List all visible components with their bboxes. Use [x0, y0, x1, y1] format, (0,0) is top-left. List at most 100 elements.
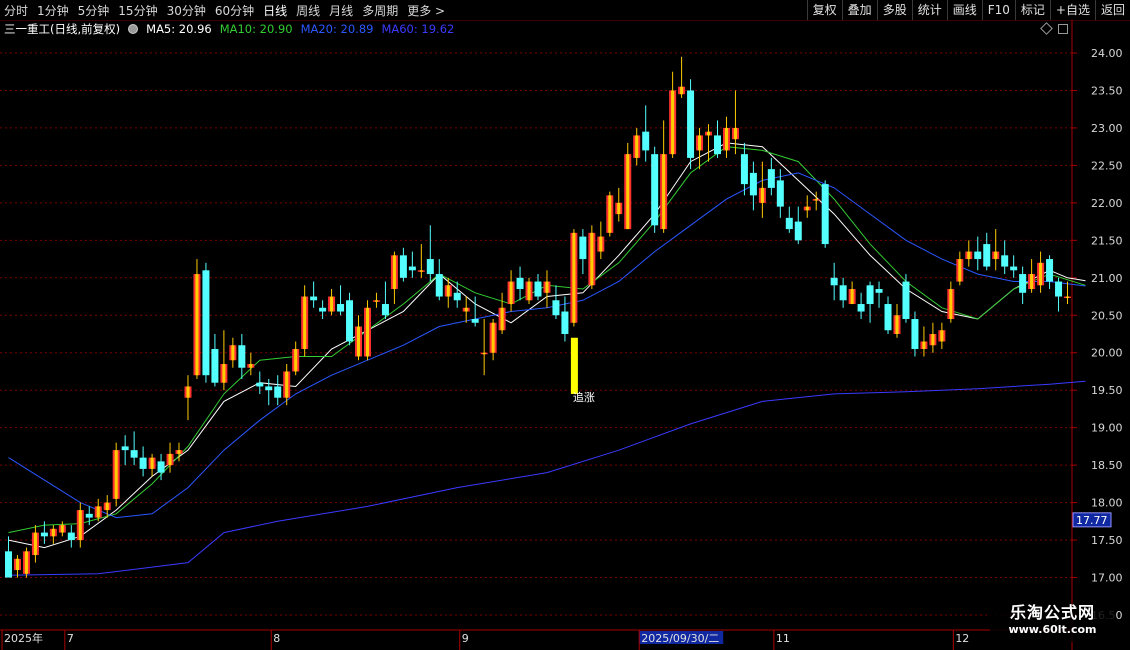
- candle-body-core: [392, 255, 396, 290]
- candle-body: [884, 304, 892, 331]
- y-tick-label: 20.00: [1091, 347, 1123, 360]
- candle-down: [579, 229, 587, 275]
- candle-body-core: [78, 510, 82, 541]
- y-tick-label: 18.00: [1091, 497, 1123, 510]
- candle-up: [31, 525, 39, 563]
- candle-body: [785, 217, 793, 230]
- candle-body: [857, 304, 865, 312]
- candle-down: [399, 247, 407, 282]
- candle-up: [1028, 259, 1036, 293]
- candle-up: [22, 547, 30, 578]
- x-tick-label: 2025年: [4, 631, 43, 645]
- candle-up: [965, 240, 973, 267]
- candle-up: [328, 289, 336, 316]
- candle-body-core: [195, 274, 199, 376]
- candle-down: [830, 262, 838, 301]
- candle-down: [453, 281, 461, 308]
- candlestick-chart[interactable]: 24.00 23.50 23.00 22.50 22.00 21.50 21.00 20.50…: [0, 0, 1130, 650]
- candle-body: [337, 304, 345, 312]
- candle-body: [471, 319, 479, 323]
- candle-body: [453, 292, 461, 301]
- candle-body-core: [186, 386, 190, 398]
- candle-body: [830, 277, 838, 286]
- x-tick-label: 11: [776, 632, 790, 645]
- candle-down: [139, 446, 147, 477]
- candle-down: [516, 266, 524, 301]
- candle-body: [1055, 281, 1063, 297]
- candle-body: [139, 457, 147, 469]
- candle-body: [274, 386, 282, 398]
- candle-body-core: [1030, 274, 1034, 290]
- candle-body: [426, 259, 434, 275]
- candle-body-core: [922, 341, 926, 349]
- candle-body-core: [724, 127, 729, 151]
- candle-up: [220, 330, 228, 391]
- candle-down: [651, 146, 659, 233]
- candle-up: [606, 191, 614, 237]
- candle-body: [4, 551, 12, 578]
- candle-up: [489, 319, 497, 361]
- candle-up: [633, 127, 641, 166]
- candle-down: [310, 281, 318, 308]
- candle-body: [1019, 274, 1027, 293]
- watermark: 乐淘公式网 www.60lt.com: [990, 604, 1115, 642]
- candle-body-core: [527, 281, 531, 301]
- y-tick-label: 20.50: [1091, 309, 1123, 322]
- candle-body: [265, 386, 273, 391]
- candle-down: [319, 300, 327, 320]
- candle-down: [67, 525, 75, 548]
- candle-body: [121, 446, 129, 451]
- candle-body-core: [590, 232, 594, 286]
- candle-up: [956, 251, 964, 286]
- candle-down: [211, 334, 219, 387]
- candle-body-core: [545, 281, 549, 293]
- candle-body-core: [365, 307, 370, 357]
- candle-down: [785, 206, 793, 233]
- candle-body: [319, 307, 327, 312]
- candle-body-core: [231, 345, 235, 361]
- candle-up: [893, 304, 901, 338]
- candle-up: [184, 375, 192, 421]
- candle-body: [794, 221, 802, 241]
- candle-body-core: [698, 135, 702, 151]
- candle-body-core: [60, 525, 64, 533]
- candle-body: [776, 180, 784, 207]
- candle-down: [875, 281, 883, 308]
- candle-up: [417, 244, 425, 278]
- candle-body-core: [617, 202, 621, 215]
- candle-body: [642, 131, 650, 151]
- candle-body-core: [222, 363, 226, 383]
- candle-up: [292, 341, 300, 376]
- candle-up: [480, 319, 488, 376]
- candle-body-core: [303, 296, 307, 349]
- candle-up: [678, 56, 686, 98]
- y-tick-label: 24.00: [1091, 47, 1123, 60]
- candle-body-core: [285, 371, 289, 398]
- candle-down: [238, 334, 246, 379]
- candle-down: [552, 285, 560, 320]
- candle-body: [740, 154, 748, 185]
- candle-down: [408, 251, 416, 278]
- x-tick-label: 12: [955, 632, 969, 645]
- candle-down: [130, 431, 138, 466]
- candle-body: [534, 281, 542, 297]
- y-tick-label: 21.00: [1091, 272, 1123, 285]
- candle-body: [238, 345, 246, 368]
- candle-down: [435, 259, 443, 301]
- signal-bar: [570, 337, 578, 394]
- candle-body-core: [294, 348, 298, 372]
- candle-body: [983, 244, 991, 267]
- candle-body-core: [509, 281, 513, 305]
- candle-body: [839, 285, 847, 301]
- candle-down: [821, 180, 829, 248]
- candle-down: [839, 277, 847, 308]
- candle-up: [848, 281, 856, 305]
- candle-body: [346, 300, 354, 342]
- candle-down: [1019, 266, 1027, 305]
- candle-body: [911, 319, 919, 349]
- candle-body-core: [114, 450, 118, 499]
- candle-down: [256, 371, 264, 394]
- candle-down: [4, 536, 12, 578]
- candle-down: [983, 232, 991, 271]
- candle-up: [758, 161, 766, 218]
